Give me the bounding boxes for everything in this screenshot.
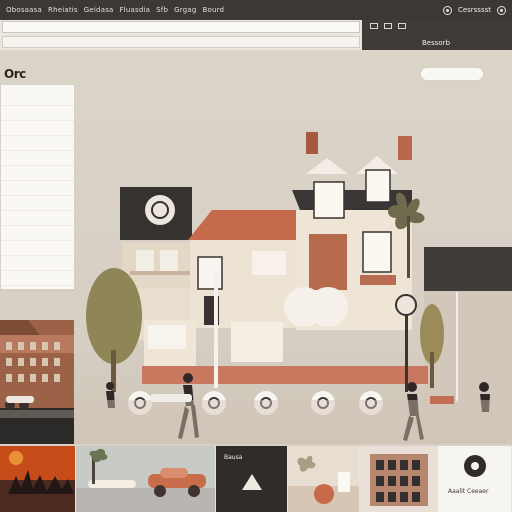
card-fire-scene[interactable]	[0, 446, 76, 512]
sidebar-item-13[interactable]	[1, 271, 74, 286]
address-bar[interactable]	[2, 21, 360, 33]
sidebar-item-8[interactable]	[1, 196, 74, 211]
card-building-scene[interactable]	[360, 446, 438, 512]
top-tab-1[interactable]: Obosaasa	[6, 6, 42, 14]
chimney-left	[306, 132, 318, 154]
bench	[430, 396, 454, 404]
sidewalk-item	[150, 394, 192, 402]
card-3-label: Bausa	[224, 454, 243, 461]
left-house-window	[136, 250, 154, 273]
sidebar-item-1[interactable]	[1, 91, 74, 106]
left-tree	[86, 268, 142, 364]
card-room-graphic	[288, 446, 359, 512]
top-tabs: Obosaasa Rheiatis Geidasa Fluasdia Sfb G…	[0, 3, 326, 17]
sidebar-panel	[0, 84, 75, 290]
cloud-right	[308, 287, 348, 327]
top-action-pill[interactable]	[420, 67, 484, 81]
main-left-window-2	[252, 251, 286, 275]
right-house-window	[313, 181, 345, 219]
main-roof-left	[188, 210, 300, 240]
top-tab-4[interactable]: Fluasdia	[120, 6, 151, 14]
address-row: Bessorb	[0, 20, 512, 50]
address-side-panel: Bessorb	[362, 20, 512, 50]
right-dark-panel	[424, 247, 512, 291]
sidebar-item-10[interactable]	[1, 226, 74, 241]
left-street-band	[0, 410, 74, 418]
top-tab-2[interactable]: Rheiatis	[48, 6, 78, 14]
ground-shade	[75, 400, 512, 444]
left-car	[6, 396, 34, 403]
main-canvas: Orc	[0, 50, 512, 444]
top-tab-7[interactable]: Bourd	[202, 6, 224, 14]
mini-toolbar	[370, 23, 406, 29]
window-icon[interactable]	[370, 23, 378, 29]
window-box	[360, 275, 396, 285]
profile-icon[interactable]	[442, 5, 452, 15]
center-pole	[214, 270, 218, 388]
top-right-label[interactable]: Cesrsssst	[458, 6, 491, 14]
settings-icon[interactable]	[497, 5, 506, 15]
shop-left-window	[148, 325, 186, 349]
top-tab-3[interactable]: Geidasa	[84, 6, 114, 14]
right-gable	[306, 158, 348, 174]
left-house-window-2	[160, 250, 178, 273]
side-panel-label[interactable]: Bessorb	[422, 39, 450, 47]
sidebar-item-5[interactable]	[1, 151, 74, 166]
right-house-window-3	[362, 231, 392, 273]
card-building-graphic	[360, 446, 437, 512]
card-car-graphic	[76, 446, 215, 512]
house-illustration	[0, 132, 512, 444]
chimney-right	[398, 136, 412, 160]
right-house-window-2	[365, 169, 391, 203]
grid-icon[interactable]	[398, 23, 406, 29]
card-profile-graphic	[438, 446, 511, 512]
right-house-door	[309, 234, 347, 290]
app-logo: Orc	[4, 67, 26, 81]
top-tab-5[interactable]: Sfb	[156, 6, 168, 14]
card-room-scene[interactable]	[288, 446, 360, 512]
sidebar-item-9[interactable]	[1, 211, 74, 226]
card-6-label: Aaalit Ceeaer	[448, 488, 489, 495]
sidebar-item-6[interactable]	[1, 166, 74, 181]
card-dark-tile[interactable]: Bausa	[216, 446, 288, 512]
card-car-scene[interactable]	[76, 446, 216, 512]
top-right-controls: Cesrsssst	[442, 3, 506, 17]
sidebar-item-11[interactable]	[1, 241, 74, 256]
bottom-card-strip: Bausa Aaalit Ceeaer	[0, 446, 512, 512]
top-tab-6[interactable]: Grgag	[174, 6, 196, 14]
sidebar-item-3[interactable]	[1, 121, 74, 136]
card-fire-graphic	[0, 446, 75, 512]
sidebar-item-12[interactable]	[1, 256, 74, 271]
center-window	[231, 322, 283, 362]
browser-tab-strip: Obosaasa Rheiatis Geidasa Fluasdia Sfb G…	[0, 0, 512, 20]
sidebar-item-2[interactable]	[1, 106, 74, 121]
main-left-window	[197, 256, 223, 290]
sidebar-item-7[interactable]	[1, 181, 74, 196]
secondary-search-bar[interactable]	[2, 36, 360, 48]
sidebar-item-4[interactable]	[1, 136, 74, 151]
card-profile-tile[interactable]: Aaalit Ceeaer	[438, 446, 512, 512]
right-pole	[456, 292, 458, 402]
layout-icon[interactable]	[384, 23, 392, 29]
dark-box-badge	[145, 195, 175, 225]
app-window: Obosaasa Rheiatis Geidasa Fluasdia Sfb G…	[0, 0, 512, 512]
